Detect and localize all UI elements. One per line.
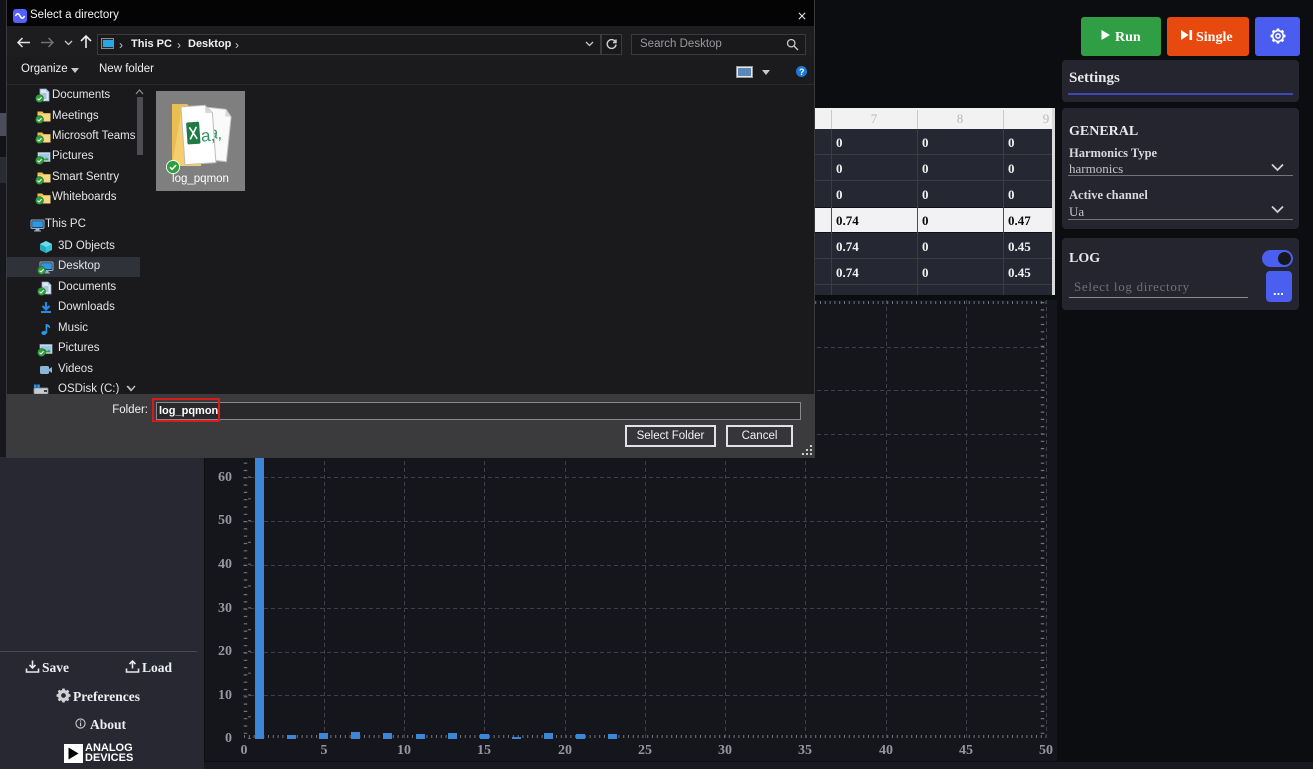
- svg-text:a,: a,: [200, 126, 215, 146]
